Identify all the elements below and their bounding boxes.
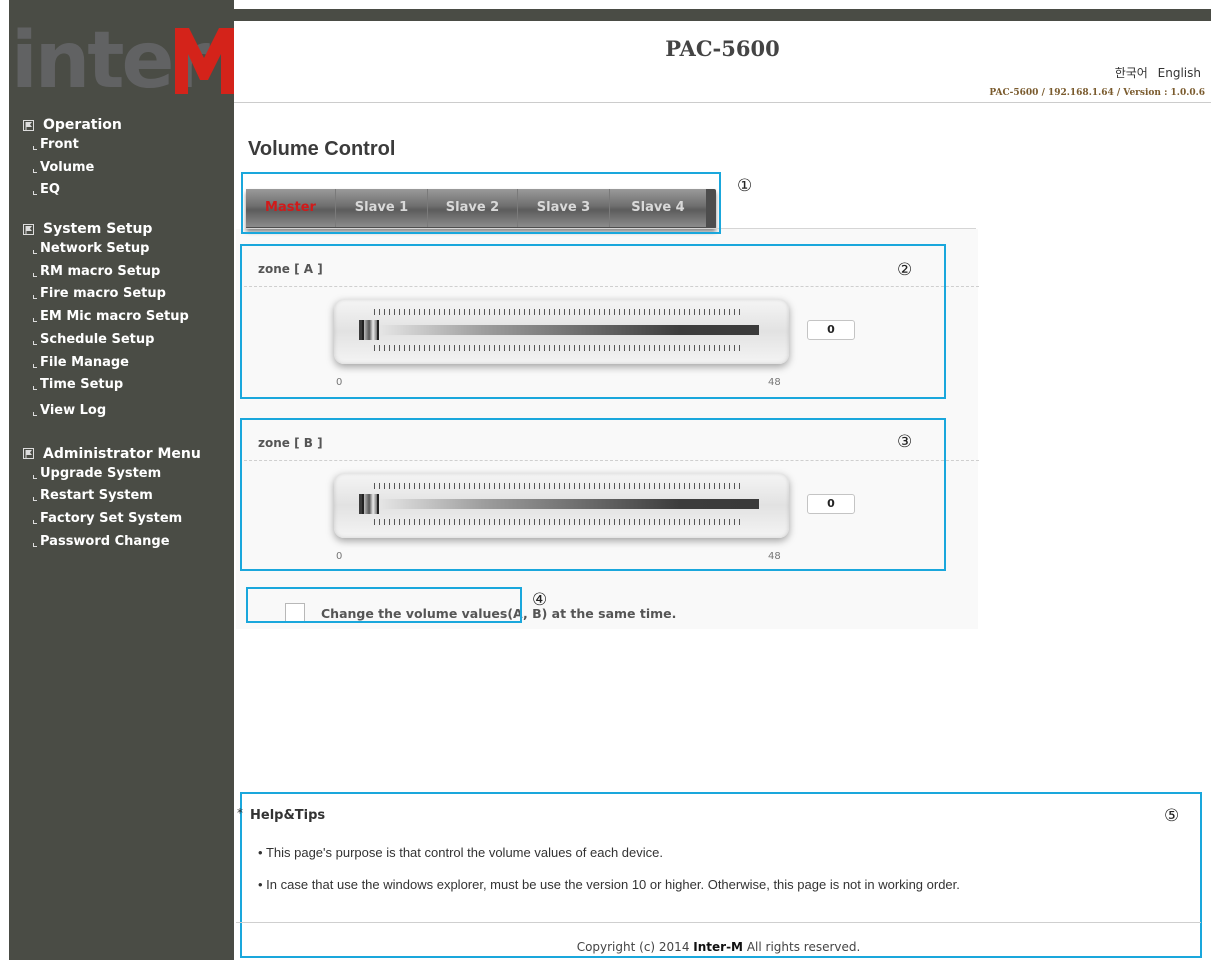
- bullet-icon: [33, 497, 37, 502]
- help-tip-text: In case that use the windows explorer, m…: [266, 877, 960, 892]
- sidebar-item-eq[interactable]: EQ: [9, 179, 234, 202]
- page-header-title: PAC-5600: [665, 36, 780, 61]
- sidebar-item-fire-macro-setup[interactable]: Fire macro Setup: [9, 283, 234, 306]
- help-tip-text: This page's purpose is that control the …: [265, 845, 663, 860]
- sidebar-item-password-change[interactable]: Password Change: [9, 531, 234, 554]
- sidebar-item-file-manage[interactable]: File Manage: [9, 352, 234, 375]
- sidebar-item-restart-system[interactable]: Restart System: [9, 485, 234, 508]
- bullet-icon: [33, 519, 37, 524]
- callout-box-4: [246, 587, 522, 623]
- bullet-icon: [33, 146, 37, 150]
- bullet-icon: [33, 411, 37, 416]
- sidebar-item-label: Schedule Setup: [40, 331, 155, 347]
- sidebar-item-view-log[interactable]: View Log: [9, 400, 234, 423]
- bullet-icon: [33, 250, 37, 255]
- sidebar-item-label: EM Mic macro Setup: [40, 309, 189, 325]
- sidebar: inter Operation Front Volume EQ System S…: [9, 0, 234, 960]
- callout-box-3: [240, 418, 946, 571]
- sidebar-item-label: File Manage: [40, 354, 129, 370]
- top-bar: [234, 9, 1211, 21]
- sidebar-item-time-setup[interactable]: Time Setup: [9, 374, 234, 397]
- menu-head-label: Administrator Menu: [43, 445, 201, 462]
- sidebar-item-label: Volume: [40, 159, 95, 175]
- language-korean-link[interactable]: 한국어: [1115, 66, 1148, 80]
- help-tip: • In case that use the windows explorer,…: [258, 877, 960, 892]
- flag-icon: [23, 223, 34, 235]
- callout-box-2: [240, 244, 946, 399]
- help-star: *: [237, 806, 243, 820]
- flag-icon: [23, 448, 34, 460]
- bullet-icon: [33, 386, 37, 391]
- menu-group-operation: Operation Front Volume EQ: [9, 116, 234, 202]
- bullet-icon: [33, 272, 37, 277]
- copyright: Copyright (c) 2014 Inter-M All rights re…: [236, 940, 1201, 954]
- menu-group-administrator: Administrator Menu Upgrade System Restar…: [9, 445, 234, 554]
- copyright-prefix: Copyright (c) 2014: [576, 940, 694, 954]
- sidebar-item-em-mic-macro-setup[interactable]: EM Mic macro Setup: [9, 306, 234, 329]
- version-info: PAC-5600 / 192.168.1.64 / Version : 1.0.…: [989, 88, 1205, 98]
- sidebar-item-schedule-setup[interactable]: Schedule Setup: [9, 329, 234, 352]
- logo-m-mark: [175, 28, 234, 94]
- sidebar-item-label: Upgrade System: [40, 465, 162, 481]
- bullet-icon: [33, 542, 37, 547]
- help-tip: • This page's purpose is that control th…: [258, 845, 663, 860]
- sidebar-item-label: Factory Set System: [40, 510, 183, 526]
- sidebar-item-label: Time Setup: [40, 377, 124, 393]
- header-divider: [234, 102, 1211, 103]
- callout-box-5: [240, 792, 1202, 958]
- sidebar-item-network-setup[interactable]: Network Setup: [9, 238, 234, 261]
- copyright-suffix: All rights reserved.: [743, 940, 861, 954]
- sidebar-item-label: Restart System: [40, 488, 153, 504]
- callout-number-5: ⑤: [1164, 806, 1180, 826]
- footer-divider: [236, 922, 1201, 923]
- sidebar-item-factory-set-system[interactable]: Factory Set System: [9, 508, 234, 531]
- page-title: Volume Control: [248, 138, 396, 160]
- menu-head-administrator[interactable]: Administrator Menu: [9, 445, 234, 463]
- language-switcher: 한국어 English: [1109, 64, 1201, 81]
- menu-group-system-setup: System Setup Network Setup RM macro Setu…: [9, 220, 234, 423]
- bullet-icon: [33, 295, 37, 300]
- sidebar-item-rm-macro-setup[interactable]: RM macro Setup: [9, 261, 234, 284]
- flag-icon: [23, 119, 34, 131]
- bullet-icon: [33, 474, 37, 479]
- menu-head-label: Operation: [43, 117, 122, 133]
- menu-head-system-setup[interactable]: System Setup: [9, 220, 234, 238]
- language-english-link[interactable]: English: [1158, 66, 1201, 80]
- menu-head-operation[interactable]: Operation: [9, 116, 234, 134]
- sidebar-item-front[interactable]: Front: [9, 134, 234, 157]
- sidebar-item-label: Password Change: [40, 533, 170, 549]
- menu-head-label: System Setup: [43, 221, 153, 238]
- sidebar-item-label: Front: [40, 137, 79, 152]
- callout-number-2: ②: [897, 260, 913, 280]
- bullet-icon: [33, 363, 37, 368]
- sidebar-menu: Operation Front Volume EQ System Setup N…: [9, 116, 234, 571]
- callout-box-1: [241, 172, 721, 234]
- bullet-icon: [33, 168, 37, 173]
- inter-m-logo: inter: [9, 16, 234, 106]
- callout-number-3: ③: [897, 432, 913, 452]
- help-title: Help&Tips: [250, 808, 326, 823]
- callout-number-4: ④: [532, 590, 548, 610]
- sidebar-item-label: Fire macro Setup: [40, 286, 166, 302]
- sidebar-item-label: View Log: [40, 402, 107, 418]
- sidebar-item-volume[interactable]: Volume: [9, 157, 234, 180]
- bullet-icon: [33, 340, 37, 345]
- sidebar-item-label: EQ: [40, 182, 60, 198]
- bullet-icon: [33, 191, 37, 196]
- sidebar-item-label: RM macro Setup: [40, 263, 161, 279]
- bullet-icon: [33, 318, 37, 323]
- copyright-brand: Inter-M: [693, 940, 743, 954]
- sidebar-item-upgrade-system[interactable]: Upgrade System: [9, 463, 234, 486]
- sidebar-item-label: Network Setup: [40, 241, 150, 257]
- callout-number-1: ①: [737, 176, 753, 196]
